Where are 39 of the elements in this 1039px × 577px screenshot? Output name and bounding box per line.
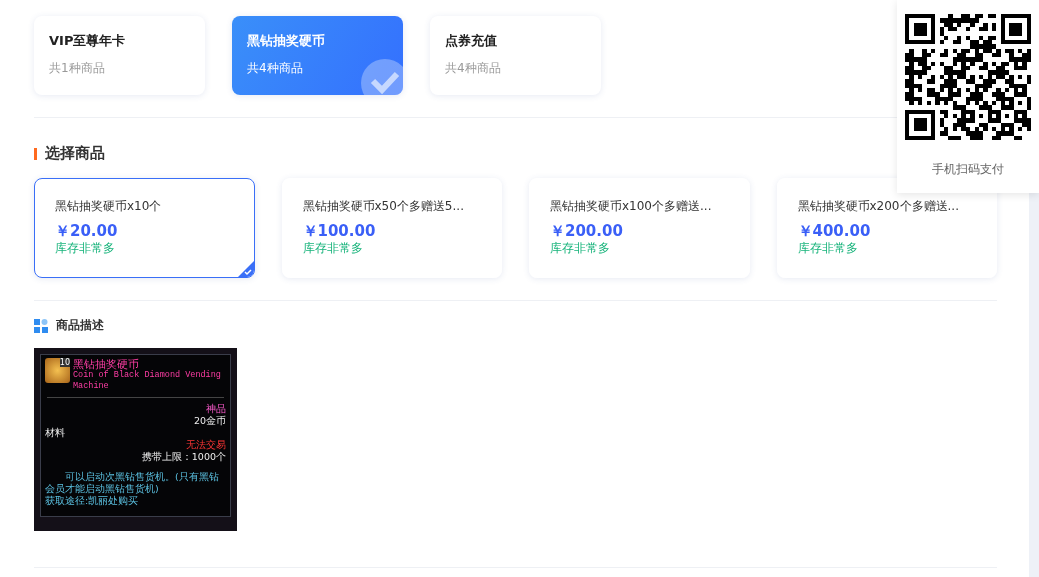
product-price: ￥200.00 — [550, 222, 624, 240]
product-card[interactable]: 黑钻抽奖硬币x100个多赠送... ￥200.00 库存非常多 — [529, 178, 750, 278]
product-name: 黑钻抽奖硬币x200个多赠送... — [797, 198, 960, 215]
item-count: 10 — [59, 358, 70, 367]
category-count: 共4种商品 — [247, 60, 304, 76]
product-name: 黑钻抽奖硬币x50个多赠送5... — [302, 198, 465, 215]
product-card[interactable]: 黑钻抽奖硬币x50个多赠送5... ￥100.00 库存非常多 — [281, 178, 502, 278]
section-title: 商品描述 — [56, 317, 104, 334]
stock-status: 库存非常多 — [797, 240, 859, 256]
item-description: 可以启动次黑钻售货机。(只有黑钻会员才能启动黑钻售货机) — [45, 471, 220, 495]
grid-icon — [34, 318, 48, 333]
stock-status: 库存非常多 — [550, 240, 611, 256]
trade-status: 无法交易 — [185, 439, 226, 451]
qr-caption: 手机扫码支付 — [932, 161, 1004, 178]
carry-limit: 携带上限：1000个 — [140, 451, 226, 463]
product-card[interactable]: 黑钻抽奖硬币x10个 ￥20.00 库存非常多 — [34, 178, 255, 278]
category-name: 黑钻抽奖硬币 — [247, 32, 326, 50]
product-name: 黑钻抽奖硬币x10个 — [55, 198, 163, 215]
title-bar — [34, 147, 37, 160]
category-name: 点券充值 — [445, 32, 498, 50]
stock-status: 库存非常多 — [302, 240, 364, 256]
product-price: ￥100.00 — [302, 222, 377, 240]
item-subtitle: Coin of Black Diamond Vending Machine — [73, 370, 222, 392]
item-type: 材料 — [45, 427, 66, 439]
stock-status: 库存非常多 — [55, 240, 116, 256]
category-count: 共4种商品 — [445, 60, 502, 76]
section-title: 选择商品 — [45, 144, 105, 163]
item-title: 黑钻抽奖硬币 — [73, 358, 140, 370]
category-card[interactable]: 黑钻抽奖硬币 共4种商品 — [232, 16, 403, 95]
product-price: ￥400.00 — [797, 222, 872, 240]
category-card[interactable]: 点券充值 共4种商品 — [430, 16, 601, 95]
item-value: 20金币 — [192, 415, 226, 427]
category-name: VIP至尊年卡 — [49, 32, 127, 50]
category-count: 共1种商品 — [49, 60, 106, 76]
item-source: 获取途径:凯丽处购买 — [45, 495, 140, 507]
category-card[interactable]: VIP至尊年卡 共1种商品 — [34, 16, 205, 95]
item-grade: 神品 — [205, 403, 226, 415]
product-price: ￥20.00 — [55, 222, 119, 240]
product-name: 黑钻抽奖硬币x100个多赠送... — [550, 198, 713, 215]
